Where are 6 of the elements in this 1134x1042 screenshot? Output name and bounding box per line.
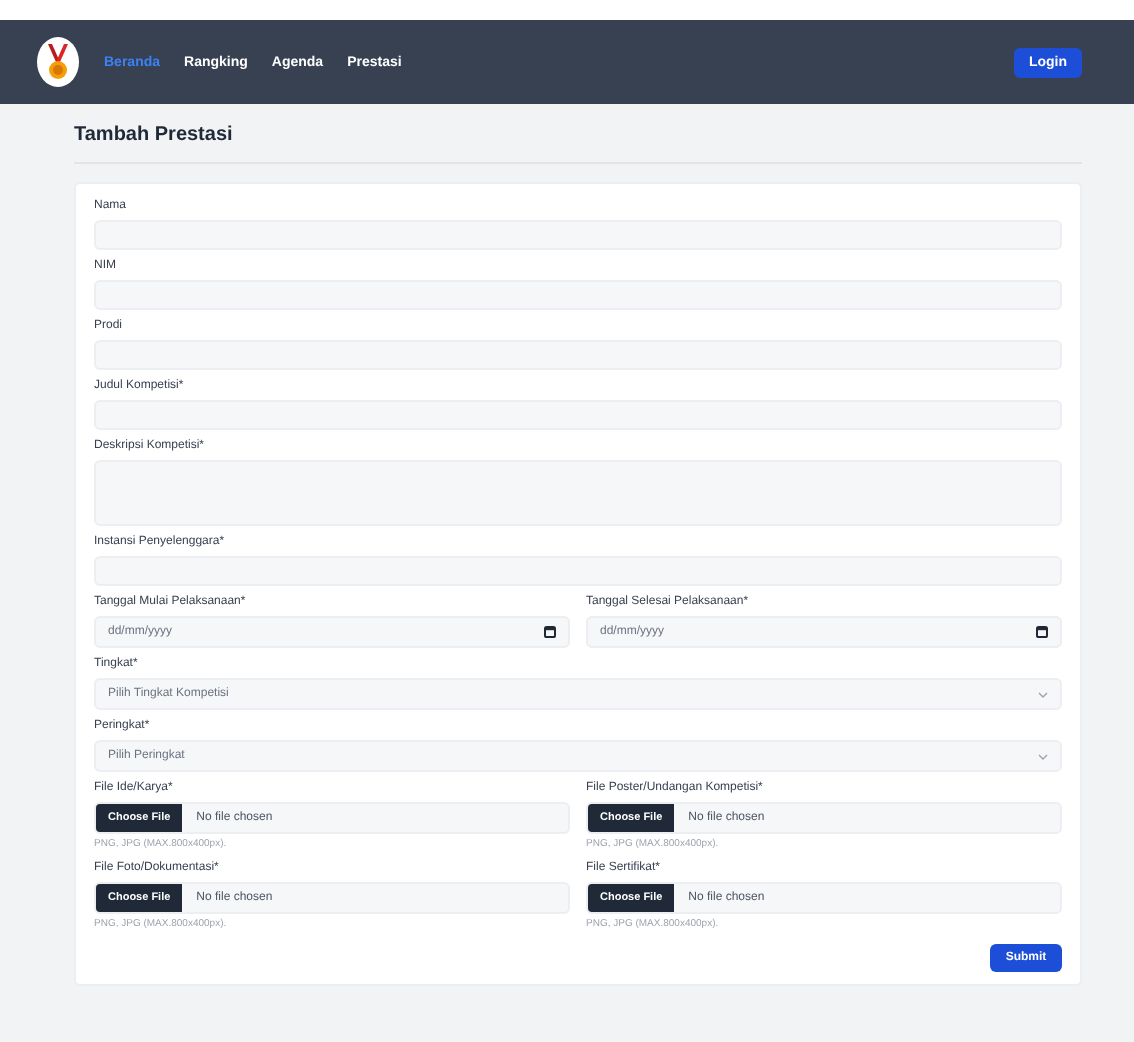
calendar-icon[interactable] xyxy=(544,626,556,638)
chevron-down-icon xyxy=(1038,691,1048,697)
page-title: Tambah Prestasi xyxy=(74,124,235,146)
calendar-icon[interactable] xyxy=(1036,626,1048,638)
chevron-down-icon xyxy=(1038,753,1048,759)
medal-logo-icon[interactable] xyxy=(36,36,80,88)
